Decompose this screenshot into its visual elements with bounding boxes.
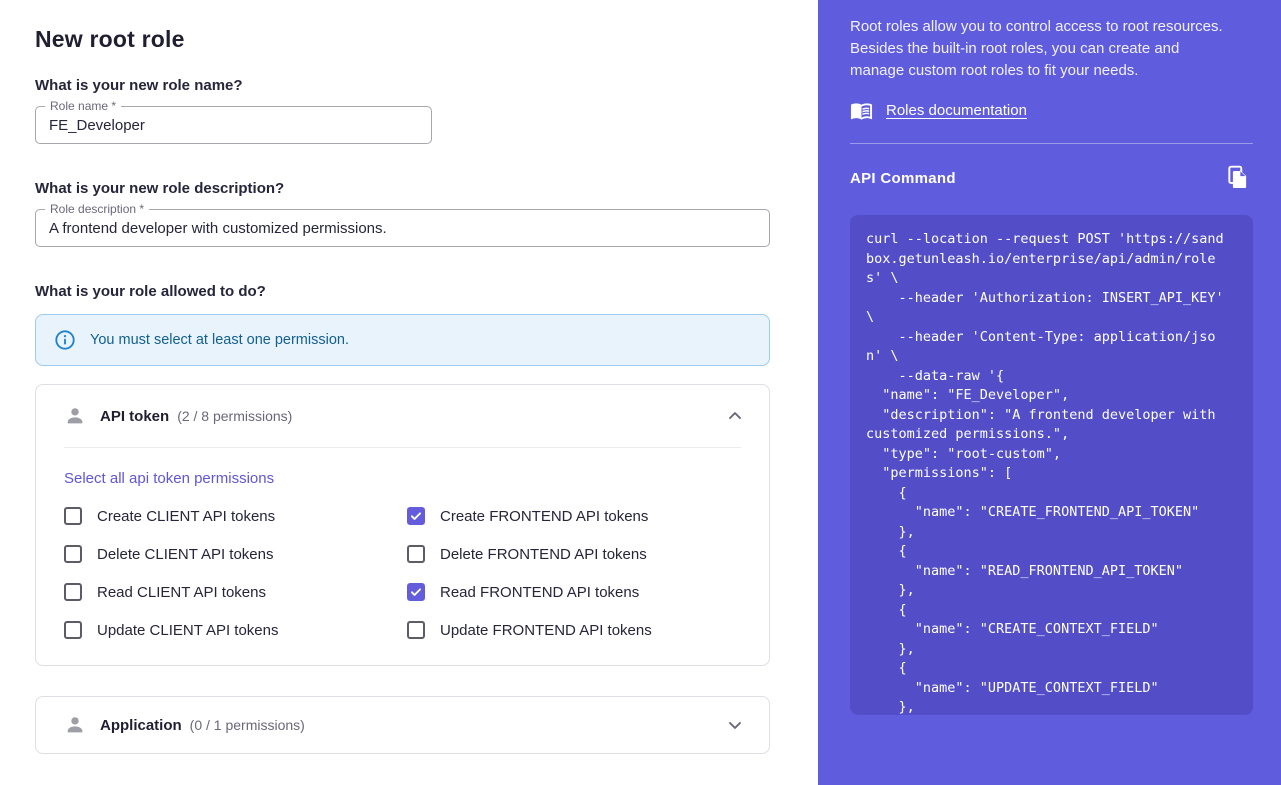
role-description-field[interactable]: Role description * xyxy=(35,209,770,247)
checkbox-icon[interactable] xyxy=(407,583,425,601)
permission-label: Delete CLIENT API tokens xyxy=(97,546,273,563)
info-icon xyxy=(54,329,76,351)
permission-section-application: Application (0 / 1 permissions) xyxy=(35,696,770,754)
permission-label: Create CLIENT API tokens xyxy=(97,508,275,525)
info-sidebar: Root roles allow you to control access t… xyxy=(818,0,1281,785)
api-command-header: API Command xyxy=(850,162,1253,195)
application-section-header[interactable]: Application (0 / 1 permissions) xyxy=(36,697,769,753)
book-icon xyxy=(850,99,873,122)
permission-update-client-api-tokens[interactable]: Update CLIENT API tokens xyxy=(64,621,407,639)
permission-create-frontend-api-tokens[interactable]: Create FRONTEND API tokens xyxy=(407,507,741,525)
page-title: New root role xyxy=(35,26,770,53)
checkbox-icon[interactable] xyxy=(407,507,425,525)
checkbox-icon[interactable] xyxy=(64,545,82,563)
role-name-input[interactable] xyxy=(49,117,418,134)
permission-label: Read CLIENT API tokens xyxy=(97,584,266,601)
api-token-section-body: Select all api token permissions Create … xyxy=(36,470,769,665)
checkbox-icon[interactable] xyxy=(407,621,425,639)
role-name-question: What is your new role name? xyxy=(35,77,770,94)
role-permissions-question: What is your role allowed to do? xyxy=(35,283,770,300)
permission-read-client-api-tokens[interactable]: Read CLIENT API tokens xyxy=(64,583,407,601)
role-description-question: What is your new role description? xyxy=(35,180,770,197)
permission-update-frontend-api-tokens[interactable]: Update FRONTEND API tokens xyxy=(407,621,741,639)
alert-text: You must select at least one permission. xyxy=(90,332,349,348)
chevron-up-icon[interactable] xyxy=(725,406,745,426)
role-description-field-label: Role description * xyxy=(45,202,149,216)
info-alert: You must select at least one permission. xyxy=(35,314,770,366)
permission-grid: Create CLIENT API tokens Create FRONTEND… xyxy=(64,507,741,639)
checkbox-icon[interactable] xyxy=(64,583,82,601)
section-divider xyxy=(64,447,741,448)
checkbox-icon[interactable] xyxy=(64,621,82,639)
permission-read-frontend-api-tokens[interactable]: Read FRONTEND API tokens xyxy=(407,583,741,601)
section-title: Application xyxy=(100,717,182,734)
permission-label: Delete FRONTEND API tokens xyxy=(440,546,647,563)
chevron-down-icon[interactable] xyxy=(725,715,745,735)
api-token-section-header[interactable]: API token (2 / 8 permissions) xyxy=(36,385,769,447)
person-icon xyxy=(64,405,86,427)
permission-label: Read FRONTEND API tokens xyxy=(440,584,639,601)
permission-label: Update CLIENT API tokens xyxy=(97,622,279,639)
sidebar-divider xyxy=(850,143,1253,144)
api-command-title: API Command xyxy=(850,170,956,187)
docs-link-row[interactable]: Roles documentation xyxy=(850,99,1253,122)
page: New root role What is your new role name… xyxy=(0,0,1281,785)
checkbox-icon[interactable] xyxy=(407,545,425,563)
checkbox-icon[interactable] xyxy=(64,507,82,525)
permission-delete-client-api-tokens[interactable]: Delete CLIENT API tokens xyxy=(64,545,407,563)
roles-documentation-link[interactable]: Roles documentation xyxy=(886,102,1027,119)
role-description-input[interactable] xyxy=(49,220,756,237)
permission-create-client-api-tokens[interactable]: Create CLIENT API tokens xyxy=(64,507,407,525)
sidebar-intro-text: Root roles allow you to control access t… xyxy=(850,16,1230,82)
api-command-code-block[interactable]: curl --location --request POST 'https://… xyxy=(850,215,1253,715)
permission-section-api-token: API token (2 / 8 permissions) Select all… xyxy=(35,384,770,666)
copy-button[interactable] xyxy=(1223,162,1253,195)
person-icon xyxy=(64,714,86,736)
api-command-code: curl --location --request POST 'https://… xyxy=(866,230,1237,715)
permission-label: Update FRONTEND API tokens xyxy=(440,622,652,639)
permission-delete-frontend-api-tokens[interactable]: Delete FRONTEND API tokens xyxy=(407,545,741,563)
section-title: API token xyxy=(100,408,169,425)
role-name-field[interactable]: Role name * xyxy=(35,106,432,144)
section-permission-count: (2 / 8 permissions) xyxy=(177,408,292,424)
permission-label: Create FRONTEND API tokens xyxy=(440,508,648,525)
select-all-api-token-link[interactable]: Select all api token permissions xyxy=(64,470,274,487)
role-name-field-label: Role name * xyxy=(45,99,121,113)
main-content: New root role What is your new role name… xyxy=(0,0,818,785)
section-permission-count: (0 / 1 permissions) xyxy=(190,717,305,733)
